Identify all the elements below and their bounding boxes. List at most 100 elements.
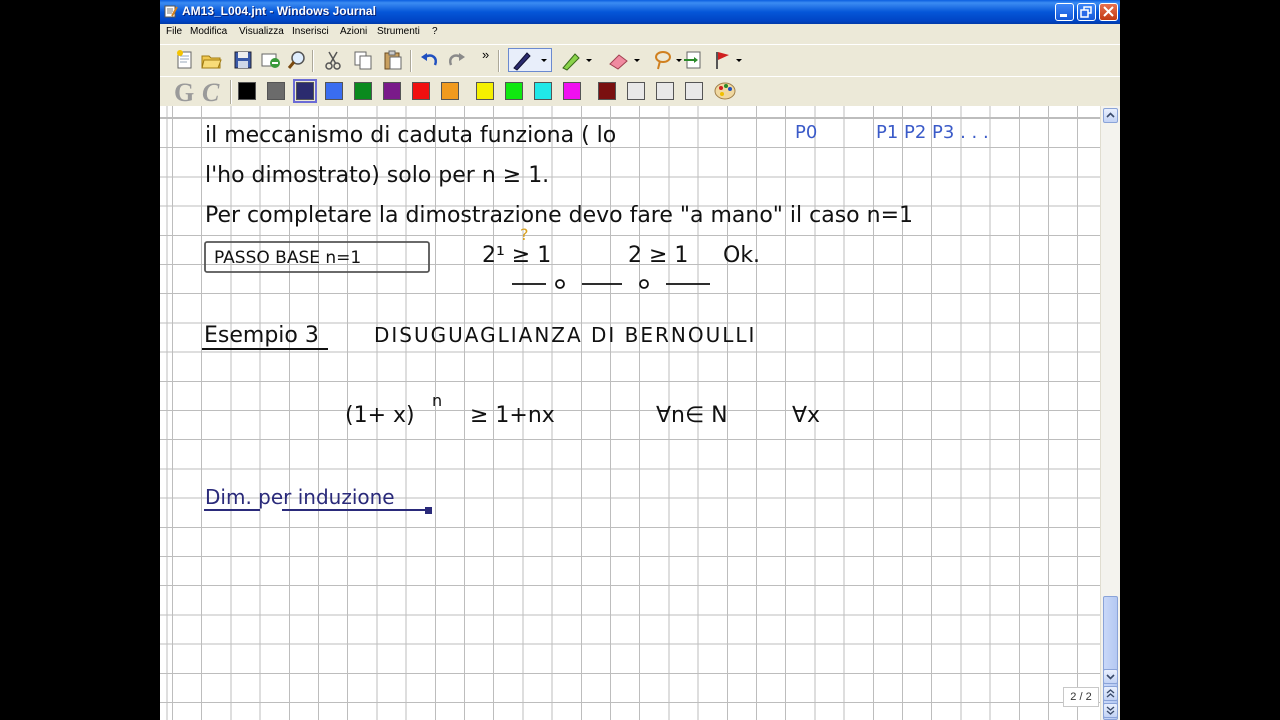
ink-cursor xyxy=(425,507,432,514)
title-bar[interactable]: AM13_L004.jnt - Windows Journal xyxy=(160,0,1120,24)
color-swatch[interactable] xyxy=(627,82,645,100)
color-swatch[interactable] xyxy=(563,82,581,100)
cut-button[interactable] xyxy=(322,49,344,71)
annotation-p-sequence: P1 P2 P3 . . . xyxy=(876,122,989,143)
flag-icon xyxy=(716,52,742,69)
minimize-button[interactable] xyxy=(1055,3,1074,21)
pen-color-toolbar: G C xyxy=(160,76,1120,107)
previous-page-button[interactable] xyxy=(1103,686,1118,701)
formula-lhs: (1+ x) xyxy=(345,403,415,428)
send-mail-icon xyxy=(261,53,280,68)
toolbar-overflow[interactable]: » xyxy=(482,47,489,62)
journal-app-icon xyxy=(164,5,178,18)
handwriting-c-button[interactable]: C xyxy=(202,78,219,108)
color-swatch[interactable] xyxy=(476,82,494,100)
color-swatch[interactable] xyxy=(412,82,430,100)
color-palette-button[interactable] xyxy=(714,80,736,102)
color-swatch[interactable] xyxy=(354,82,372,100)
menu-modifica[interactable]: Modifica xyxy=(190,26,227,37)
close-icon xyxy=(1103,6,1114,17)
color-swatch[interactable] xyxy=(383,82,401,100)
scroll-thumb[interactable] xyxy=(1103,596,1118,720)
handwriting-g-button[interactable]: G xyxy=(174,78,194,108)
handwriting-canvas: il meccanismo di caduta funziona ( lo l'… xyxy=(202,122,989,514)
scroll-up-button[interactable] xyxy=(1103,108,1118,123)
highlighter-button[interactable] xyxy=(558,49,596,71)
toolbar-separator xyxy=(230,80,232,104)
new-note-button[interactable] xyxy=(174,49,196,71)
chevron-up-icon xyxy=(1106,112,1115,118)
save-icon xyxy=(234,51,252,69)
color-palette-icon xyxy=(714,82,736,100)
menu-bar: File Modifica Visualizza Inserisci Azion… xyxy=(160,24,1120,42)
menu-inserisci[interactable]: Inserisci xyxy=(292,26,329,37)
copy-button[interactable] xyxy=(352,49,374,71)
menu-azioni[interactable]: Azioni xyxy=(340,26,367,37)
note-line-1: il meccanismo di caduta funziona ( lo xyxy=(205,123,616,148)
pen-button[interactable] xyxy=(508,48,552,72)
check-question-mark: ? xyxy=(520,225,529,244)
color-swatch[interactable] xyxy=(505,82,523,100)
divider-dot xyxy=(639,279,649,289)
eraser-button[interactable] xyxy=(606,49,644,71)
color-swatch[interactable] xyxy=(534,82,552,100)
open-button[interactable] xyxy=(200,49,222,71)
color-swatch[interactable] xyxy=(238,82,256,100)
paste-icon xyxy=(384,50,402,70)
double-chevron-down-icon xyxy=(1106,706,1115,715)
undo-icon xyxy=(421,53,437,66)
insert-space-icon xyxy=(684,51,701,69)
chevron-down-icon xyxy=(1106,674,1115,680)
next-page-button[interactable] xyxy=(1103,703,1118,718)
color-swatch[interactable] xyxy=(293,79,317,103)
vertical-scrollbar[interactable] xyxy=(1100,106,1120,720)
new-note-icon xyxy=(177,50,192,69)
highlighter-icon xyxy=(562,53,592,71)
page-indicator: 2 / 2 xyxy=(1063,687,1099,707)
eraser-icon xyxy=(609,54,640,70)
lasso-select-button[interactable] xyxy=(652,49,686,71)
menu-visualizza[interactable]: Visualizza xyxy=(239,26,284,37)
note-page[interactable]: il meccanismo di caduta funziona ( lo l'… xyxy=(160,106,1100,720)
annotation-p0: P0 xyxy=(795,122,817,143)
scroll-down-button[interactable] xyxy=(1103,669,1118,684)
menu-strumenti[interactable]: Strumenti xyxy=(377,26,420,37)
forall-n: ∀n∈ N xyxy=(656,403,728,428)
undo-button[interactable] xyxy=(418,49,440,71)
cut-icon xyxy=(325,51,341,70)
toolbar-separator xyxy=(312,50,314,72)
lasso-select-icon xyxy=(655,51,682,70)
find-icon xyxy=(287,51,305,69)
color-swatch[interactable] xyxy=(598,82,616,100)
redo-button[interactable] xyxy=(446,49,468,71)
formula-exponent: n xyxy=(432,391,442,410)
color-swatch[interactable] xyxy=(441,82,459,100)
window-title: AM13_L004.jnt - Windows Journal xyxy=(182,4,376,18)
check-2-ge-1: 2 ≥ 1 xyxy=(628,243,688,268)
minimize-icon xyxy=(1060,14,1067,17)
divider-dot xyxy=(555,279,565,289)
insert-space-button[interactable] xyxy=(682,49,704,71)
save-button[interactable] xyxy=(232,49,254,71)
note-line-3: Per completare la dimostrazione devo far… xyxy=(205,203,913,228)
find-button[interactable] xyxy=(286,49,308,71)
color-swatch[interactable] xyxy=(325,82,343,100)
paste-button[interactable] xyxy=(382,49,404,71)
formula-rhs: ≥ 1+nx xyxy=(470,403,555,428)
esempio-label: Esempio 3 xyxy=(204,323,319,348)
standard-toolbar: » xyxy=(160,44,1120,77)
color-swatch[interactable] xyxy=(685,82,703,100)
restore-button[interactable] xyxy=(1077,3,1096,21)
note-line-2: l'ho dimostrato) solo per n ≥ 1. xyxy=(205,163,549,188)
copy-icon xyxy=(354,51,372,70)
color-swatch[interactable] xyxy=(267,82,285,100)
close-button[interactable] xyxy=(1099,3,1118,21)
flag-button[interactable] xyxy=(712,49,746,71)
send-mail-button[interactable] xyxy=(260,49,282,71)
dimostrazione-label: Dim. per induzione xyxy=(205,485,395,509)
color-swatch[interactable] xyxy=(656,82,674,100)
menu-help[interactable]: ? xyxy=(432,26,438,37)
toolbar-separator xyxy=(498,50,500,72)
double-chevron-up-icon xyxy=(1106,689,1115,698)
menu-file[interactable]: File xyxy=(166,26,182,37)
